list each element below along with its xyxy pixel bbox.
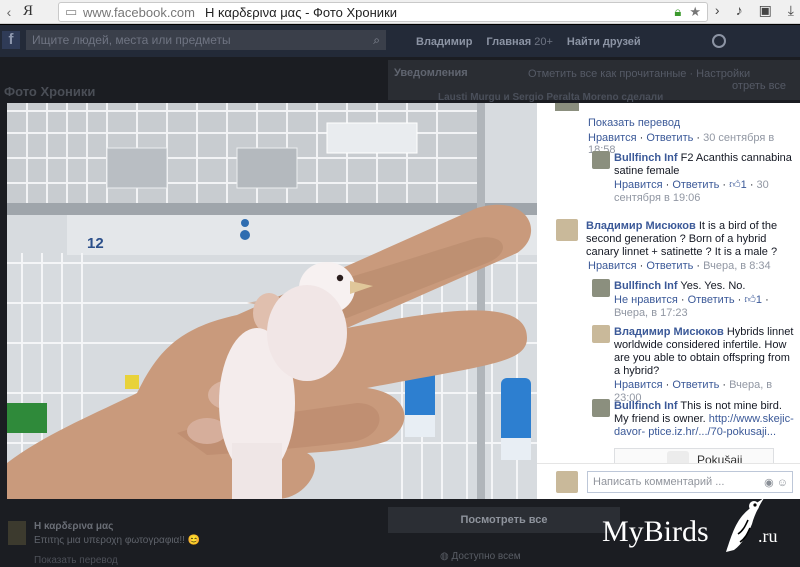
lightbox-photo[interactable]: 12	[7, 103, 537, 499]
notification-item[interactable]: Lausti Murgu и Sergio Peralta Moreno сде…	[438, 92, 663, 103]
forward-icon[interactable]: ›	[715, 2, 720, 19]
thumbs-up-icon[interactable]: 👍︎	[729, 179, 741, 191]
notifications-globe-icon[interactable]	[712, 34, 726, 48]
page-title: Фото Хроники	[4, 84, 96, 99]
reply-link[interactable]: Ответить	[672, 379, 719, 391]
show-translation-link[interactable]: Показать перевод	[588, 117, 680, 129]
comment-author[interactable]: Bullfinch Inf	[614, 152, 678, 164]
avatar[interactable]	[592, 279, 610, 297]
reply-link[interactable]: Ответить	[646, 260, 693, 272]
like-link[interactable]: Нравится	[614, 379, 663, 391]
comment-text-cont: friend is owner.	[631, 413, 706, 425]
tab-title: Η καρδερινα μας - Фото Хроники	[205, 4, 398, 20]
facebook-logo-icon[interactable]: f	[2, 31, 20, 49]
comment-input[interactable]: Написать комментарий ...	[587, 471, 793, 493]
nav-find-friends[interactable]: Найти друзей	[567, 36, 641, 48]
like-count[interactable]: 1	[756, 294, 762, 306]
download-icon[interactable]: ⤓	[788, 2, 794, 19]
reply-link[interactable]: Ответить	[672, 179, 719, 191]
search-icon[interactable]: ⌕	[373, 30, 380, 50]
see-all-link[interactable]: отреть все	[732, 80, 786, 92]
notifications-dropdown: Уведомления Отметить все как прочитанные…	[388, 60, 800, 103]
timestamp[interactable]: 30	[757, 179, 769, 191]
comment-link-cont[interactable]: ptice.iz.hr/.../70-pokusaji...	[648, 426, 776, 438]
nav-home-count: 20+	[534, 36, 553, 48]
cage-number: 12	[87, 235, 104, 252]
comment-text-cont: satinette ? It is a male ?	[660, 246, 778, 258]
privacy-text: Доступно всем	[451, 551, 521, 562]
notifications-title: Уведомления	[394, 67, 468, 79]
post-author[interactable]: Η καρδερινα μας	[34, 521, 113, 532]
comment-author[interactable]: Владимир Мисюков	[614, 326, 724, 338]
like-count[interactable]: 1	[741, 179, 747, 191]
nav-home[interactable]: Главная 20+	[486, 36, 552, 48]
watermark-brand: MyBirds	[602, 515, 709, 548]
comments-panel: Показать перевод Нравится · Ответить · 3…	[537, 103, 800, 499]
comment-text: Yes. Yes. No.	[680, 280, 746, 292]
avatar[interactable]	[592, 399, 610, 417]
emoji-icon[interactable]: ☺	[777, 477, 788, 489]
comment-text-cont: hybrid?	[623, 365, 660, 377]
secure-lock-icon[interactable]: 🔒︎	[674, 4, 681, 20]
unlike-link[interactable]: Не нравится	[614, 294, 678, 306]
post-caption: Επιτης μια υπεροχη φωτογραφια!! 😊	[34, 535, 201, 546]
browser-toolbar: ‹ Я ▭ www.facebook.com Η καρδερινα μας -…	[0, 0, 800, 24]
thumbs-up-icon[interactable]: 👍︎	[744, 294, 756, 306]
like-link[interactable]: Нравится	[614, 179, 663, 191]
like-link[interactable]: Нравится	[588, 260, 637, 272]
watermark-tld: .ru	[758, 526, 778, 546]
avatar[interactable]	[592, 151, 610, 169]
timestamp-cont[interactable]: в 17:23	[651, 307, 687, 319]
show-translation-link[interactable]: Показать перевод	[34, 555, 118, 566]
see-all-button[interactable]: Посмотреть все	[388, 507, 620, 533]
timestamp[interactable]: Вчера,	[614, 307, 648, 319]
facebook-top-bar: f Ищите людей, места или предметы ⌕ Влад…	[0, 25, 800, 57]
address-bar[interactable]: ▭ www.facebook.com Η καρδερινα μας - Фот…	[58, 2, 708, 22]
bird-in-hand-photo: 12	[7, 103, 537, 499]
avatar[interactable]	[556, 219, 578, 241]
bookmark-star-icon[interactable]: ★	[689, 4, 701, 20]
search-placeholder: Ищите людей, места или предметы	[32, 33, 231, 47]
timestamp-cont[interactable]: сентября в 19:06	[614, 192, 700, 204]
avatar[interactable]	[592, 325, 610, 343]
camera-icon[interactable]: ◉	[764, 477, 774, 489]
back-icon[interactable]: ‹	[0, 4, 18, 20]
reply-link[interactable]: Ответить	[646, 132, 693, 144]
privacy-label[interactable]: ◍ Доступно всем	[440, 551, 521, 562]
like-link[interactable]: Нравится	[588, 132, 637, 144]
music-icon[interactable]: ♪	[736, 2, 743, 19]
nav-profile[interactable]: Владимир	[416, 36, 472, 48]
comment-text: Hybrids linnet	[726, 326, 794, 338]
avatar[interactable]	[555, 103, 579, 111]
avatar[interactable]	[556, 471, 578, 493]
comment-author[interactable]: Bullfinch Inf	[614, 280, 678, 292]
search-input[interactable]: Ищите людей, места или предметы ⌕	[26, 30, 386, 50]
extension-icon[interactable]: ▣	[759, 2, 772, 19]
timestamp[interactable]: Вчера, в 8:34	[703, 260, 770, 272]
page-icon: ▭	[65, 4, 78, 19]
comment-author[interactable]: Владимир Мисюков	[586, 220, 696, 232]
globe-icon: ◍	[440, 551, 452, 562]
notifications-links[interactable]: Отметить все как прочитанные · Настройки	[528, 68, 750, 80]
page-avatar[interactable]	[8, 521, 26, 545]
reply-link[interactable]: Ответить	[688, 294, 735, 306]
yandex-logo-icon[interactable]: Я	[18, 3, 38, 20]
comment-author[interactable]: Bullfinch Inf	[614, 400, 678, 412]
nav-home-label: Главная	[486, 36, 532, 48]
url-domain: www.facebook.com	[83, 4, 195, 20]
